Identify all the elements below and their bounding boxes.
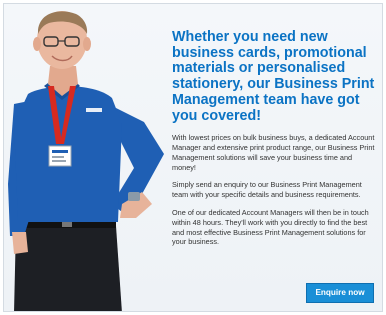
enquiry-paragraph: Simply send an enquiry to our Business P… bbox=[172, 180, 362, 200]
banner-headline: Whether you need new business cards, pro… bbox=[172, 29, 375, 124]
account-manager-paragraph: One of our dedicated Account Managers wi… bbox=[172, 208, 369, 247]
enquire-now-button[interactable]: Enquire now bbox=[306, 283, 374, 303]
staff-member-image bbox=[8, 11, 164, 311]
intro-paragraph: With lowest prices on bulk business buys… bbox=[172, 133, 375, 172]
banner-content: Whether you need new business cards, pro… bbox=[172, 29, 376, 255]
promo-banner: Whether you need new business cards, pro… bbox=[3, 3, 383, 312]
